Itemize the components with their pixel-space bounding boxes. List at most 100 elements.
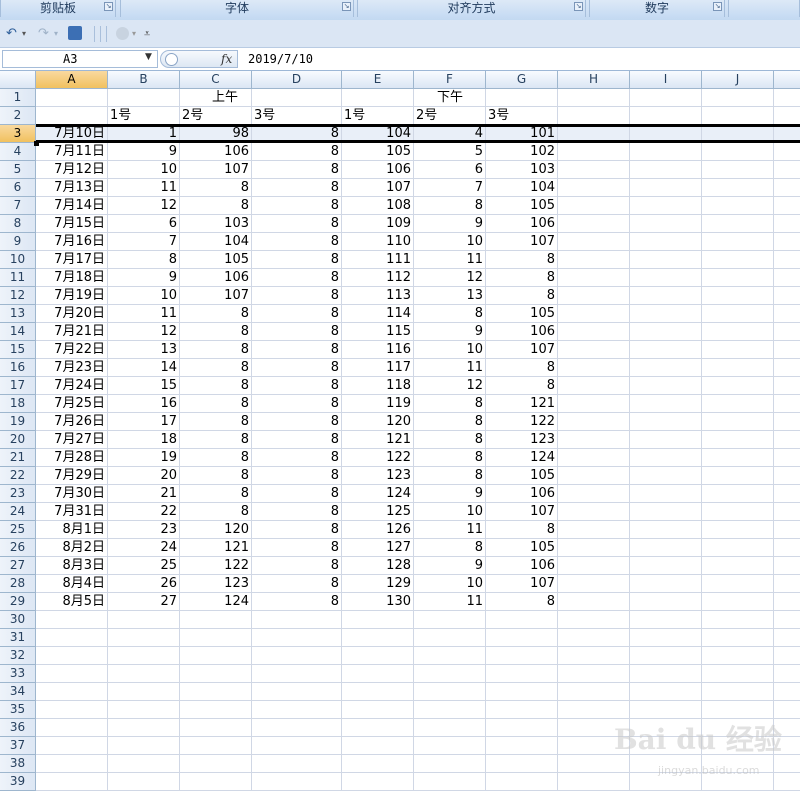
value-cell[interactable]: 106 xyxy=(180,269,252,287)
value-cell[interactable]: 107 xyxy=(486,503,558,521)
header-am[interactable]: 上午 xyxy=(108,89,342,107)
subheader-cell[interactable]: 2号 xyxy=(414,107,486,125)
value-cell[interactable]: 19 xyxy=(108,449,180,467)
value-cell[interactable]: 7 xyxy=(414,179,486,197)
value-cell[interactable]: 8 xyxy=(486,593,558,611)
value-cell[interactable]: 11 xyxy=(414,521,486,539)
value-cell[interactable]: 102 xyxy=(486,143,558,161)
value-cell[interactable]: 8 xyxy=(252,575,342,593)
value-cell[interactable]: 12 xyxy=(414,269,486,287)
row-header-8[interactable]: 8 xyxy=(0,215,36,233)
value-cell[interactable]: 8 xyxy=(252,593,342,611)
row-header-16[interactable]: 16 xyxy=(0,359,36,377)
date-cell[interactable]: 8月5日 xyxy=(36,593,108,611)
date-cell[interactable]: 7月19日 xyxy=(36,287,108,305)
value-cell[interactable]: 104 xyxy=(180,233,252,251)
value-cell[interactable]: 115 xyxy=(342,323,414,341)
value-cell[interactable]: 8 xyxy=(486,287,558,305)
date-cell[interactable]: 8月4日 xyxy=(36,575,108,593)
value-cell[interactable]: 8 xyxy=(252,467,342,485)
value-cell[interactable]: 106 xyxy=(486,215,558,233)
value-cell[interactable]: 8 xyxy=(252,287,342,305)
value-cell[interactable]: 123 xyxy=(342,467,414,485)
value-cell[interactable]: 112 xyxy=(342,269,414,287)
row-header-31[interactable]: 31 xyxy=(0,629,36,647)
select-all-corner[interactable] xyxy=(0,71,36,89)
value-cell[interactable]: 8 xyxy=(252,359,342,377)
date-cell[interactable]: 7月27日 xyxy=(36,431,108,449)
date-cell[interactable]: 7月23日 xyxy=(36,359,108,377)
value-cell[interactable]: 121 xyxy=(342,431,414,449)
value-cell[interactable]: 107 xyxy=(486,575,558,593)
row-header-6[interactable]: 6 xyxy=(0,179,36,197)
value-cell[interactable]: 106 xyxy=(486,485,558,503)
value-cell[interactable]: 8 xyxy=(180,323,252,341)
value-cell[interactable]: 103 xyxy=(486,161,558,179)
value-cell[interactable]: 10 xyxy=(414,233,486,251)
value-cell[interactable]: 8 xyxy=(180,305,252,323)
value-cell[interactable]: 8 xyxy=(252,521,342,539)
value-cell[interactable]: 117 xyxy=(342,359,414,377)
column-header-b[interactable]: B xyxy=(108,71,180,89)
row-header-38[interactable]: 38 xyxy=(0,755,36,773)
value-cell[interactable]: 124 xyxy=(180,593,252,611)
row-header-22[interactable]: 22 xyxy=(0,467,36,485)
row-header-21[interactable]: 21 xyxy=(0,449,36,467)
value-cell[interactable]: 106 xyxy=(486,557,558,575)
value-cell[interactable]: 111 xyxy=(342,251,414,269)
row-header-14[interactable]: 14 xyxy=(0,323,36,341)
value-cell[interactable]: 11 xyxy=(108,305,180,323)
redo-icon[interactable]: ↷ xyxy=(38,25,49,43)
value-cell[interactable]: 105 xyxy=(486,305,558,323)
column-header-partial[interactable] xyxy=(774,71,800,89)
value-cell[interactable]: 8 xyxy=(252,215,342,233)
value-cell[interactable]: 10 xyxy=(108,161,180,179)
column-header-d[interactable]: D xyxy=(252,71,342,89)
value-cell[interactable]: 120 xyxy=(180,521,252,539)
value-cell[interactable]: 8 xyxy=(414,395,486,413)
value-cell[interactable]: 106 xyxy=(180,143,252,161)
worksheet-grid[interactable]: A B C D E F G H I J 1 2 3 4 5 6 7 8 9 10 11 12 13 14 15 16 17 18 19 2… xyxy=(0,71,800,798)
value-cell[interactable]: 114 xyxy=(342,305,414,323)
value-cell[interactable]: 8 xyxy=(252,503,342,521)
value-cell[interactable]: 125 xyxy=(342,503,414,521)
value-cell[interactable]: 122 xyxy=(180,557,252,575)
value-cell[interactable]: 124 xyxy=(342,485,414,503)
value-cell[interactable]: 107 xyxy=(486,341,558,359)
name-box-dropdown-icon[interactable]: ▼ xyxy=(145,52,152,62)
value-cell[interactable]: 8 xyxy=(414,197,486,215)
row-header-24[interactable]: 24 xyxy=(0,503,36,521)
value-cell[interactable]: 105 xyxy=(342,143,414,161)
row-header-37[interactable]: 37 xyxy=(0,737,36,755)
value-cell[interactable]: 126 xyxy=(342,521,414,539)
row-header-10[interactable]: 10 xyxy=(0,251,36,269)
redo-dropdown-icon[interactable]: ▾ xyxy=(54,25,58,43)
value-cell[interactable]: 107 xyxy=(180,287,252,305)
subheader-cell[interactable]: 3号 xyxy=(252,107,342,125)
value-cell[interactable]: 121 xyxy=(180,539,252,557)
value-cell[interactable]: 25 xyxy=(108,557,180,575)
value-cell[interactable]: 116 xyxy=(342,341,414,359)
date-cell[interactable]: 7月21日 xyxy=(36,323,108,341)
value-cell[interactable]: 8 xyxy=(414,449,486,467)
date-cell[interactable]: 7月25日 xyxy=(36,395,108,413)
value-cell[interactable]: 105 xyxy=(180,251,252,269)
value-cell[interactable]: 9 xyxy=(414,323,486,341)
value-cell[interactable]: 11 xyxy=(108,179,180,197)
value-cell[interactable]: 118 xyxy=(342,377,414,395)
row-header-34[interactable]: 34 xyxy=(0,683,36,701)
value-cell[interactable]: 8 xyxy=(180,413,252,431)
value-cell[interactable]: 8 xyxy=(252,377,342,395)
value-cell[interactable]: 8 xyxy=(252,539,342,557)
value-cell[interactable]: 8 xyxy=(414,467,486,485)
row-header-17[interactable]: 17 xyxy=(0,377,36,395)
value-cell[interactable]: 22 xyxy=(108,503,180,521)
value-cell[interactable]: 8 xyxy=(252,179,342,197)
header-pm[interactable]: 下午 xyxy=(342,89,558,107)
value-cell[interactable]: 8 xyxy=(252,431,342,449)
row-header-11[interactable]: 11 xyxy=(0,269,36,287)
row-header-1[interactable]: 1 xyxy=(0,89,36,107)
date-cell[interactable]: 7月20日 xyxy=(36,305,108,323)
value-cell[interactable]: 8 xyxy=(252,197,342,215)
value-cell[interactable]: 23 xyxy=(108,521,180,539)
